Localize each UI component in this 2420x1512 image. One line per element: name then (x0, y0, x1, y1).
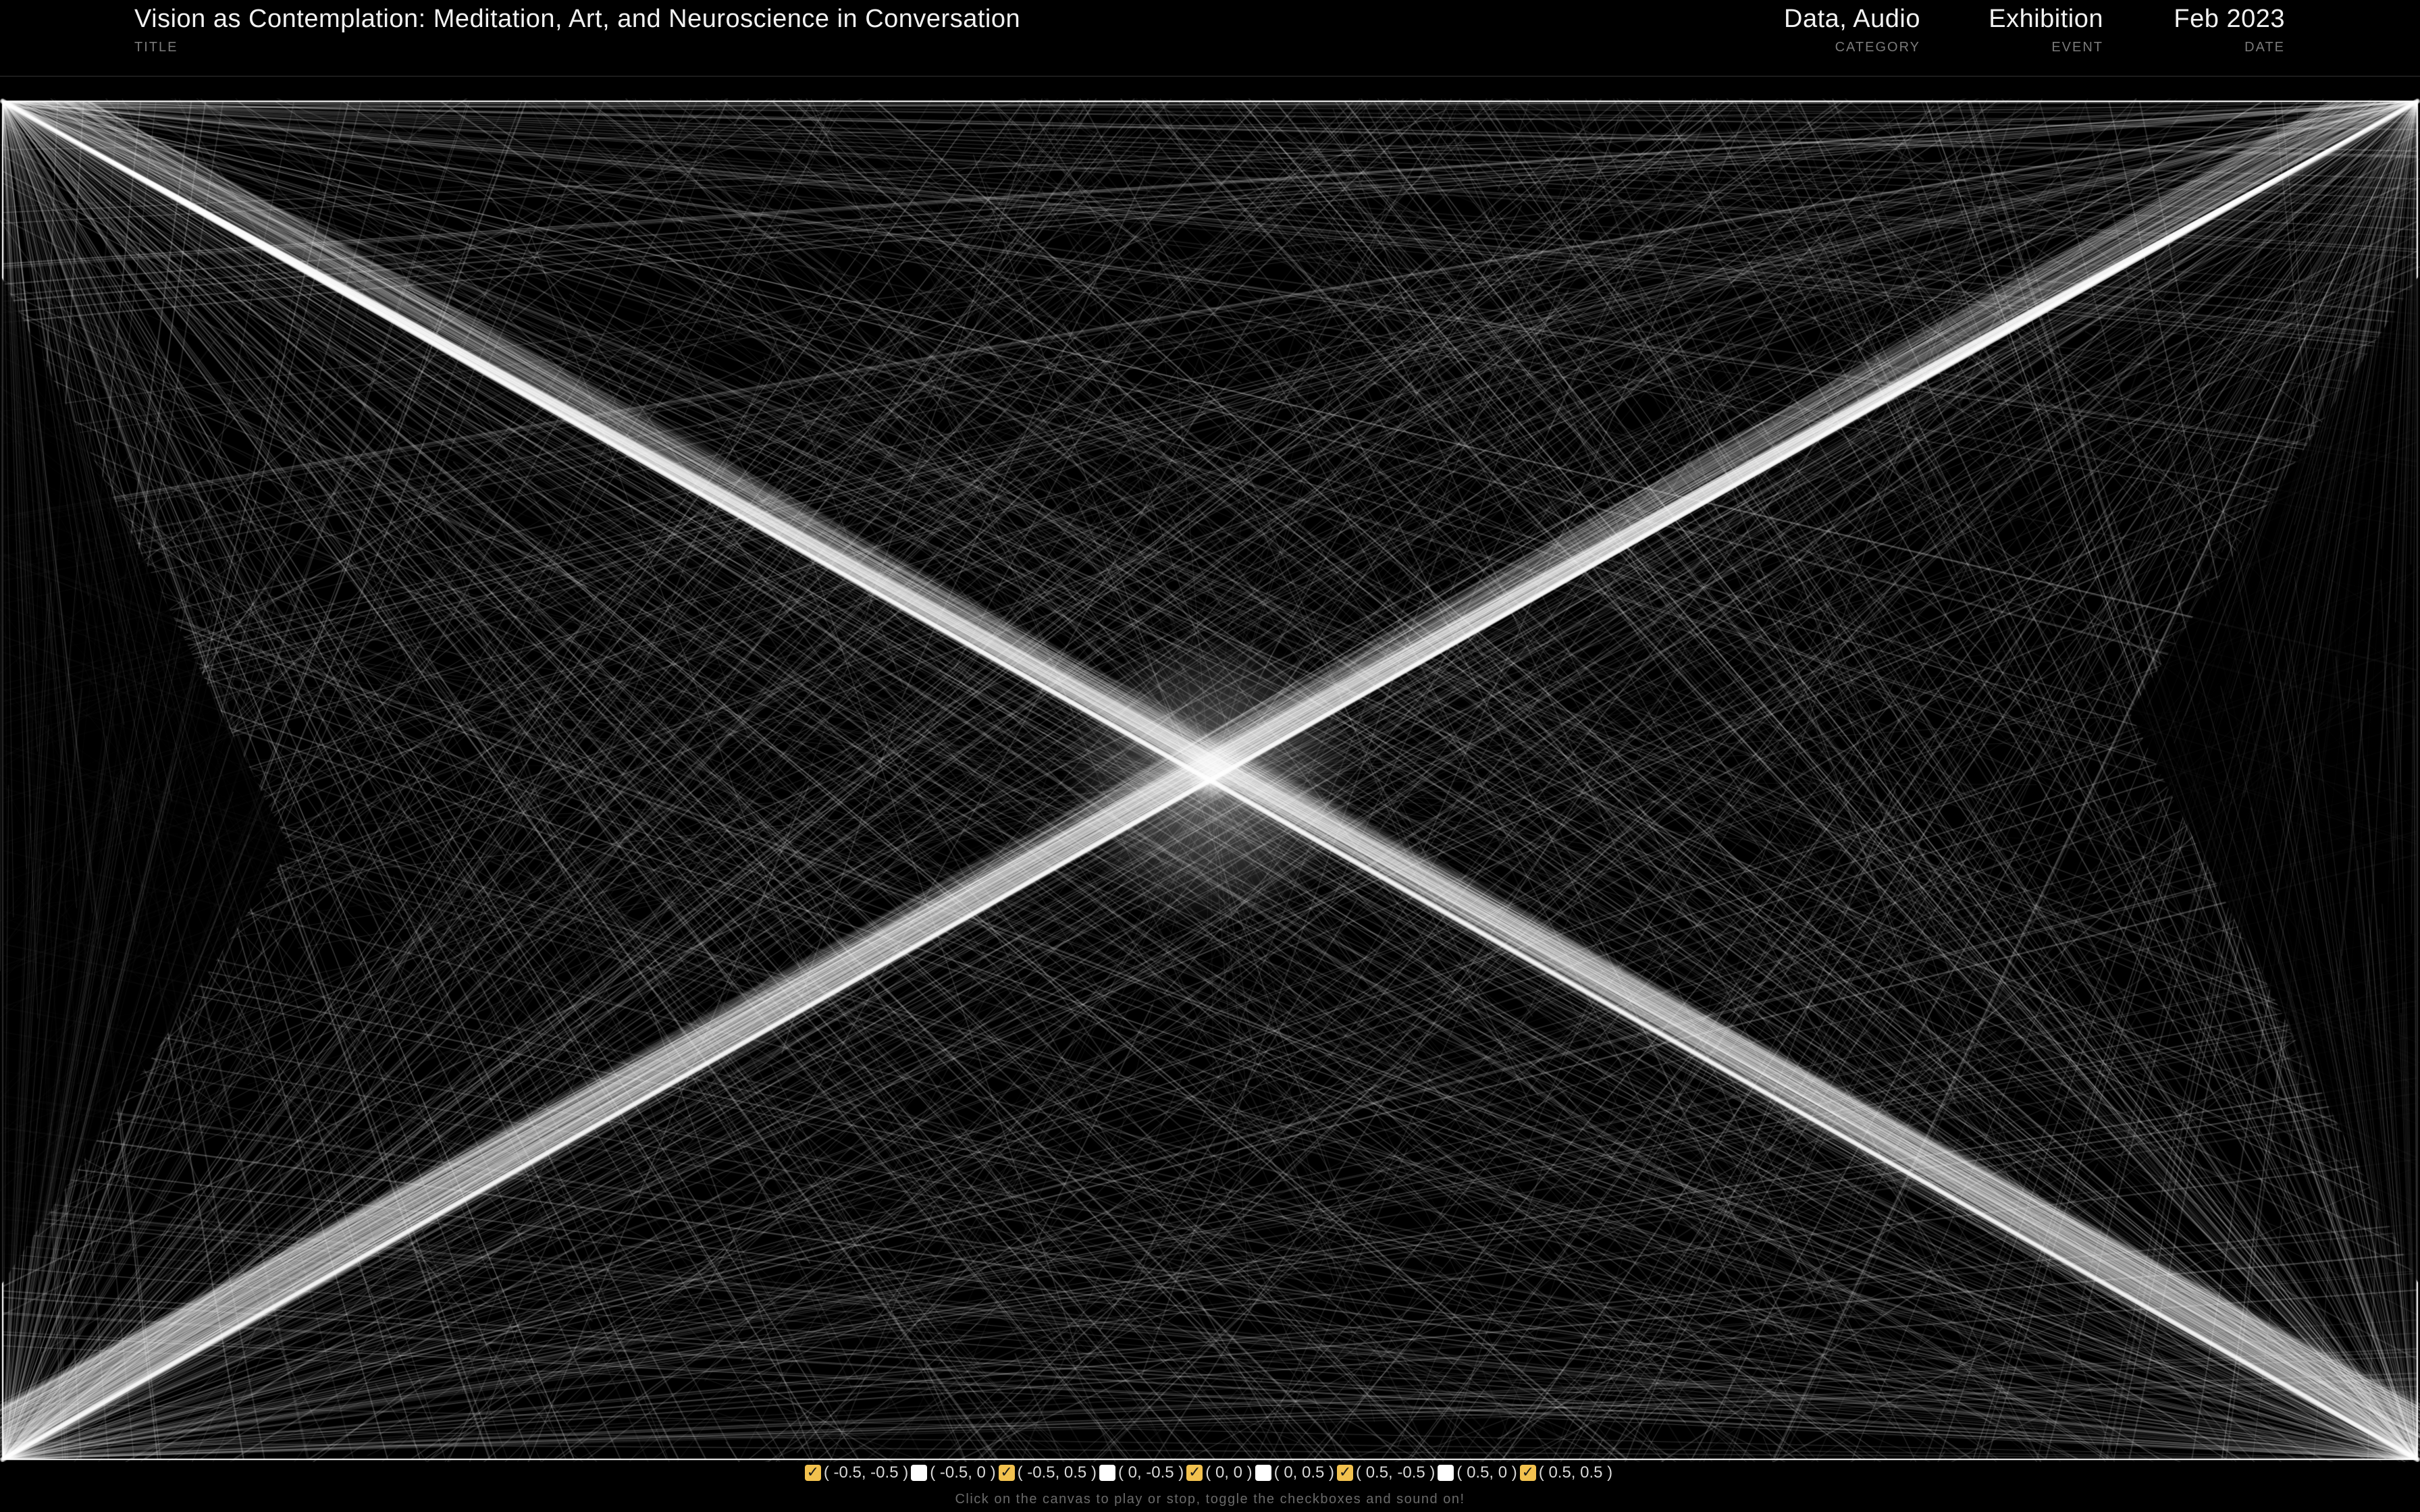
point-checkbox[interactable] (1519, 1465, 1536, 1481)
checkbox-label: ( -0.5, 0 ) (930, 1463, 996, 1482)
checkbox-item: ( 0.5, -0.5 ) (1337, 1463, 1438, 1482)
checkbox-label: ( 0, 0 ) (1205, 1463, 1253, 1482)
point-checkbox[interactable] (1255, 1465, 1271, 1481)
event-meta: Exhibition EVENT (1989, 4, 2103, 55)
project-title: Vision as Contemplation: Meditation, Art… (134, 5, 1021, 33)
checkbox-label: ( 0, -0.5 ) (1117, 1463, 1184, 1482)
checkbox-item: ( -0.5, 0 ) (911, 1463, 998, 1482)
point-checkbox[interactable] (1186, 1465, 1203, 1481)
point-checkbox[interactable] (1438, 1465, 1454, 1481)
category-label: CATEGORY (1835, 40, 1920, 55)
category-value: Data, Audio (1784, 5, 1920, 33)
date-meta: Feb 2023 DATE (2174, 4, 2285, 55)
line-art-canvas[interactable] (0, 99, 2420, 1462)
category-meta: Data, Audio CATEGORY (1784, 4, 1920, 55)
checkbox-label: ( 0.5, 0.5 ) (1538, 1463, 1613, 1482)
checkbox-item: ( 0.5, 0 ) (1438, 1463, 1519, 1482)
checkbox-controls: ( -0.5, -0.5 ) ( -0.5, 0 ) ( -0.5, 0.5 ) ( … (0, 1461, 2420, 1485)
title-meta: Vision as Contemplation: Meditation, Art… (134, 4, 1020, 55)
checkbox-label: ( -0.5, 0.5 ) (1017, 1463, 1097, 1482)
point-checkbox[interactable] (1337, 1465, 1354, 1481)
instruction-hint: Click on the canvas to play or stop, tog… (955, 1492, 1465, 1507)
header-bar: Vision as Contemplation: Meditation, Art… (0, 0, 2420, 77)
checkbox-label: ( -0.5, -0.5 ) (823, 1463, 909, 1482)
art-canvas[interactable] (0, 99, 2420, 1462)
checkbox-item: ( 0, -0.5 ) (1099, 1463, 1186, 1482)
checkbox-item: ( 0, 0.5 ) (1255, 1463, 1337, 1482)
checkbox-label: ( 0.5, 0 ) (1456, 1463, 1517, 1482)
event-value: Exhibition (1989, 5, 2103, 33)
event-label: EVENT (2051, 40, 2103, 55)
checkbox-item: ( 0.5, 0.5 ) (1519, 1463, 1615, 1482)
checkbox-item: ( -0.5, 0.5 ) (998, 1463, 1099, 1482)
checkbox-label: ( 0, 0.5 ) (1273, 1463, 1335, 1482)
point-checkbox[interactable] (998, 1465, 1015, 1481)
point-checkbox[interactable] (804, 1465, 821, 1481)
title-label: TITLE (134, 40, 178, 55)
date-value: Feb 2023 (2174, 5, 2285, 33)
checkbox-label: ( 0.5, -0.5 ) (1356, 1463, 1436, 1482)
point-checkbox[interactable] (911, 1465, 928, 1481)
checkbox-item: ( -0.5, -0.5 ) (804, 1463, 911, 1482)
date-label: DATE (2244, 40, 2285, 55)
checkbox-item: ( 0, 0 ) (1186, 1463, 1255, 1482)
point-checkbox[interactable] (1099, 1465, 1115, 1481)
